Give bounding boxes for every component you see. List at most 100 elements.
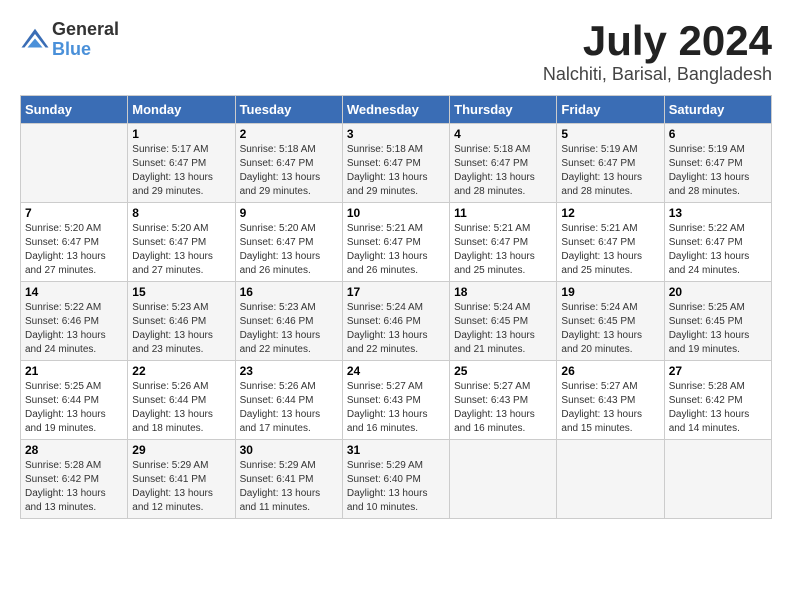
day-number: 28 (25, 443, 123, 457)
day-number: 16 (240, 285, 338, 299)
day-number: 26 (561, 364, 659, 378)
day-number: 6 (669, 127, 767, 141)
calendar-cell: 21 Sunrise: 5:25 AM Sunset: 6:44 PM Dayli… (21, 361, 128, 440)
col-header-thursday: Thursday (450, 96, 557, 124)
day-info: Sunrise: 5:29 AM Sunset: 6:40 PM Dayligh… (347, 459, 445, 515)
day-info: Sunrise: 5:21 AM Sunset: 6:47 PM Dayligh… (347, 222, 445, 278)
week-row-5: 28 Sunrise: 5:28 AM Sunset: 6:42 PM Dayli… (21, 440, 772, 519)
calendar-cell: 19Sunrise: 5:24 AM Sunset: 6:45 PM Dayli… (557, 282, 664, 361)
col-header-saturday: Saturday (664, 96, 771, 124)
calendar-cell (21, 124, 128, 203)
day-number: 10 (347, 206, 445, 220)
day-info: Sunrise: 5:23 AM Sunset: 6:46 PM Dayligh… (132, 301, 230, 357)
col-header-friday: Friday (557, 96, 664, 124)
day-number: 21 (25, 364, 123, 378)
calendar-cell: 24 Sunrise: 5:27 AM Sunset: 6:43 PM Dayli… (342, 361, 449, 440)
day-number: 22 (132, 364, 230, 378)
calendar-cell: 26 Sunrise: 5:27 AM Sunset: 6:43 PM Dayli… (557, 361, 664, 440)
main-title: July 2024 (543, 20, 772, 62)
calendar-cell: 27Sunrise: 5:28 AM Sunset: 6:42 PM Dayli… (664, 361, 771, 440)
calendar-cell: 4 Sunrise: 5:18 AM Sunset: 6:47 PM Daylig… (450, 124, 557, 203)
calendar-cell: 6 Sunrise: 5:19 AM Sunset: 6:47 PM Daylig… (664, 124, 771, 203)
day-info: Sunrise: 5:20 AM Sunset: 6:47 PM Dayligh… (240, 222, 338, 278)
day-number: 29 (132, 443, 230, 457)
calendar-cell: 22Sunrise: 5:26 AM Sunset: 6:44 PM Dayli… (128, 361, 235, 440)
day-number: 19 (561, 285, 659, 299)
day-number: 17 (347, 285, 445, 299)
logo: General Blue (20, 20, 119, 60)
day-number: 12 (561, 206, 659, 220)
col-header-tuesday: Tuesday (235, 96, 342, 124)
day-number: 18 (454, 285, 552, 299)
day-number: 4 (454, 127, 552, 141)
day-number: 30 (240, 443, 338, 457)
week-row-1: 1 Sunrise: 5:17 AM Sunset: 6:47 PM Daylig… (21, 124, 772, 203)
calendar-cell: 2 Sunrise: 5:18 AM Sunset: 6:47 PM Daylig… (235, 124, 342, 203)
day-info: Sunrise: 5:21 AM Sunset: 6:47 PM Dayligh… (454, 222, 552, 278)
day-number: 9 (240, 206, 338, 220)
calendar-cell: 11 Sunrise: 5:21 AM Sunset: 6:47 PM Dayli… (450, 203, 557, 282)
calendar-cell: 29Sunrise: 5:29 AM Sunset: 6:41 PM Dayli… (128, 440, 235, 519)
day-info: Sunrise: 5:28 AM Sunset: 6:42 PM Dayligh… (25, 459, 123, 515)
logo-general: General (52, 20, 119, 40)
day-number: 15 (132, 285, 230, 299)
day-info: Sunrise: 5:19 AM Sunset: 6:47 PM Dayligh… (669, 143, 767, 199)
day-info: Sunrise: 5:18 AM Sunset: 6:47 PM Dayligh… (454, 143, 552, 199)
day-number: 31 (347, 443, 445, 457)
logo-text: General Blue (52, 20, 119, 60)
day-info: Sunrise: 5:18 AM Sunset: 6:47 PM Dayligh… (347, 143, 445, 199)
day-info: Sunrise: 5:22 AM Sunset: 6:46 PM Dayligh… (25, 301, 123, 357)
col-header-sunday: Sunday (21, 96, 128, 124)
day-number: 25 (454, 364, 552, 378)
week-row-2: 7Sunrise: 5:20 AM Sunset: 6:47 PM Daylig… (21, 203, 772, 282)
col-header-wednesday: Wednesday (342, 96, 449, 124)
calendar-cell: 25 Sunrise: 5:27 AM Sunset: 6:43 PM Dayli… (450, 361, 557, 440)
calendar-cell: 14Sunrise: 5:22 AM Sunset: 6:46 PM Dayli… (21, 282, 128, 361)
day-number: 23 (240, 364, 338, 378)
subtitle: Nalchiti, Barisal, Bangladesh (543, 64, 772, 85)
day-info: Sunrise: 5:24 AM Sunset: 6:46 PM Dayligh… (347, 301, 445, 357)
col-header-monday: Monday (128, 96, 235, 124)
calendar-cell: 17 Sunrise: 5:24 AM Sunset: 6:46 PM Dayli… (342, 282, 449, 361)
day-info: Sunrise: 5:17 AM Sunset: 6:47 PM Dayligh… (132, 143, 230, 199)
day-number: 2 (240, 127, 338, 141)
day-info: Sunrise: 5:27 AM Sunset: 6:43 PM Dayligh… (347, 380, 445, 436)
day-info: Sunrise: 5:19 AM Sunset: 6:47 PM Dayligh… (561, 143, 659, 199)
week-row-3: 14Sunrise: 5:22 AM Sunset: 6:46 PM Dayli… (21, 282, 772, 361)
day-info: Sunrise: 5:25 AM Sunset: 6:44 PM Dayligh… (25, 380, 123, 436)
calendar-cell (557, 440, 664, 519)
week-row-4: 21 Sunrise: 5:25 AM Sunset: 6:44 PM Dayli… (21, 361, 772, 440)
calendar-cell: 9 Sunrise: 5:20 AM Sunset: 6:47 PM Daylig… (235, 203, 342, 282)
logo-blue: Blue (52, 40, 119, 60)
day-info: Sunrise: 5:27 AM Sunset: 6:43 PM Dayligh… (561, 380, 659, 436)
day-number: 13 (669, 206, 767, 220)
day-number: 11 (454, 206, 552, 220)
calendar-cell: 3Sunrise: 5:18 AM Sunset: 6:47 PM Daylig… (342, 124, 449, 203)
calendar-cell: 8Sunrise: 5:20 AM Sunset: 6:47 PM Daylig… (128, 203, 235, 282)
calendar-cell: 13 Sunrise: 5:22 AM Sunset: 6:47 PM Dayli… (664, 203, 771, 282)
calendar-cell (450, 440, 557, 519)
calendar-cell: 20Sunrise: 5:25 AM Sunset: 6:45 PM Dayli… (664, 282, 771, 361)
day-info: Sunrise: 5:21 AM Sunset: 6:47 PM Dayligh… (561, 222, 659, 278)
day-info: Sunrise: 5:22 AM Sunset: 6:47 PM Dayligh… (669, 222, 767, 278)
calendar-cell: 18Sunrise: 5:24 AM Sunset: 6:45 PM Dayli… (450, 282, 557, 361)
day-info: Sunrise: 5:27 AM Sunset: 6:43 PM Dayligh… (454, 380, 552, 436)
day-info: Sunrise: 5:20 AM Sunset: 6:47 PM Dayligh… (132, 222, 230, 278)
day-info: Sunrise: 5:23 AM Sunset: 6:46 PM Dayligh… (240, 301, 338, 357)
calendar-table: SundayMondayTuesdayWednesdayThursdayFrid… (20, 95, 772, 519)
calendar-cell: 31 Sunrise: 5:29 AM Sunset: 6:40 PM Dayli… (342, 440, 449, 519)
day-info: Sunrise: 5:25 AM Sunset: 6:45 PM Dayligh… (669, 301, 767, 357)
logo-icon (20, 25, 50, 55)
day-number: 1 (132, 127, 230, 141)
day-info: Sunrise: 5:29 AM Sunset: 6:41 PM Dayligh… (240, 459, 338, 515)
calendar-cell: 1 Sunrise: 5:17 AM Sunset: 6:47 PM Daylig… (128, 124, 235, 203)
calendar-cell: 10 Sunrise: 5:21 AM Sunset: 6:47 PM Dayli… (342, 203, 449, 282)
calendar-cell: 12 Sunrise: 5:21 AM Sunset: 6:47 PM Dayli… (557, 203, 664, 282)
title-section: July 2024 Nalchiti, Barisal, Bangladesh (543, 20, 772, 85)
header-row: SundayMondayTuesdayWednesdayThursdayFrid… (21, 96, 772, 124)
page-header: General Blue July 2024 Nalchiti, Barisal… (20, 20, 772, 85)
day-info: Sunrise: 5:18 AM Sunset: 6:47 PM Dayligh… (240, 143, 338, 199)
calendar-cell: 15 Sunrise: 5:23 AM Sunset: 6:46 PM Dayli… (128, 282, 235, 361)
day-number: 24 (347, 364, 445, 378)
calendar-cell: 7Sunrise: 5:20 AM Sunset: 6:47 PM Daylig… (21, 203, 128, 282)
